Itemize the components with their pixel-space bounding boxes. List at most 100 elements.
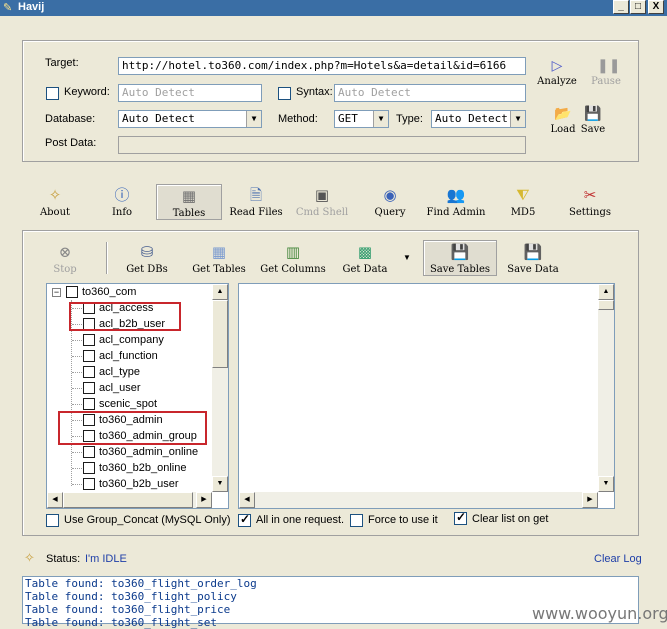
tab-find-admin-label: Find Admin xyxy=(426,207,486,218)
target-input[interactable]: http://hotel.to360.com/index.php?m=Hotel… xyxy=(118,57,526,75)
tree-item-label: acl_company xyxy=(99,334,164,346)
play-icon: ▷ xyxy=(551,58,563,74)
document-icon: 🗎 xyxy=(249,186,263,204)
minimize-button[interactable]: _ xyxy=(613,0,629,14)
scroll-thumb-horizontal[interactable] xyxy=(63,492,193,508)
scroll-left-icon[interactable]: ◀ xyxy=(239,492,255,508)
tree-item-checkbox[interactable] xyxy=(83,366,95,378)
scroll-left-icon[interactable]: ◀ xyxy=(47,492,63,508)
keyword-checkbox[interactable] xyxy=(46,87,59,100)
tree-root-label: to360_com xyxy=(82,286,137,298)
scroll-down-icon[interactable]: ▼ xyxy=(598,476,614,492)
scroll-down-icon[interactable]: ▼ xyxy=(212,476,228,492)
tree-horizontal-scrollbar[interactable]: ◀ ▶ xyxy=(47,492,212,508)
scroll-up-icon[interactable]: ▲ xyxy=(598,284,614,300)
chevron-down-icon[interactable]: ▼ xyxy=(246,111,261,127)
syntax-checkbox[interactable] xyxy=(278,87,291,100)
get-data-label: Get Data xyxy=(342,264,388,275)
get-data-dropdown-icon[interactable]: ▼ xyxy=(403,253,411,262)
clear-log-link[interactable]: Clear Log xyxy=(594,553,642,565)
tab-md5[interactable]: ⧨ MD5 xyxy=(510,186,536,218)
save-data-button[interactable]: 💾 Save Data xyxy=(502,243,564,275)
scroll-thumb[interactable] xyxy=(598,300,614,310)
query-icon: ◉ xyxy=(383,186,397,204)
stop-button[interactable]: ⊗ Stop xyxy=(48,243,82,275)
tree-item-label: to360_b2b_user xyxy=(99,478,179,490)
database-icon: ⛁ xyxy=(140,243,154,261)
get-dbs-button[interactable]: ⛁ Get DBs xyxy=(120,243,174,275)
database-select[interactable]: Auto Detect ▼ xyxy=(118,110,262,128)
tree-connector xyxy=(72,484,82,485)
analyze-button[interactable]: ▷ Analyze xyxy=(534,58,580,87)
tab-tables[interactable]: ▦ Tables xyxy=(156,184,222,220)
save-button[interactable]: 💾 Save xyxy=(576,106,610,135)
tree-root-checkbox[interactable] xyxy=(66,286,78,298)
tab-about[interactable]: ✧ About xyxy=(34,186,76,218)
all-in-one-label: All in one request. xyxy=(256,514,345,526)
tab-cmd-shell[interactable]: ▣ Cmd Shell xyxy=(292,186,352,218)
data-vertical-scrollbar[interactable]: ▲ ▼ xyxy=(598,284,614,492)
tab-read-files[interactable]: 🗎 Read Files xyxy=(224,186,288,218)
wand-icon: ✧ xyxy=(24,550,35,565)
tree-vertical-scrollbar[interactable]: ▲ ▼ xyxy=(212,284,228,492)
data-list[interactable]: ▲ ▼ ◀ ▶ xyxy=(238,283,615,509)
stop-label: Stop xyxy=(53,264,77,275)
title-bar: ✎ Havij _ □ X xyxy=(0,0,667,16)
tab-find-admin[interactable]: 👥 Find Admin xyxy=(424,186,488,218)
scroll-right-icon[interactable]: ▶ xyxy=(582,492,598,508)
tree-collapse-icon[interactable]: − xyxy=(52,288,61,297)
scroll-right-icon[interactable]: ▶ xyxy=(196,492,212,508)
save-tables-button[interactable]: 💾 Save Tables xyxy=(423,240,497,276)
tree-connector xyxy=(72,388,82,389)
clear-list-checkbox[interactable] xyxy=(454,510,467,525)
scroll-thumb[interactable] xyxy=(212,300,228,368)
tree-item-label: acl_type xyxy=(99,366,140,378)
all-in-one-checkbox[interactable] xyxy=(238,512,251,527)
tools-icon: ✂ xyxy=(583,186,597,204)
post-data-input[interactable] xyxy=(118,136,526,154)
tree-connector xyxy=(72,340,82,341)
database-value: Auto Detect xyxy=(122,112,195,125)
group-concat-checkbox[interactable] xyxy=(46,514,59,527)
load-button[interactable]: 📂 Load xyxy=(546,106,580,135)
close-button[interactable]: X xyxy=(648,0,664,14)
tree-item-checkbox[interactable] xyxy=(83,478,95,490)
keyword-input[interactable]: Auto Detect xyxy=(118,84,262,102)
folder-open-icon: 📂 xyxy=(554,106,572,122)
status-label: Status: xyxy=(46,553,81,565)
load-label: Load xyxy=(550,124,576,135)
tab-info[interactable]: ⓘ Info xyxy=(104,186,140,218)
status-value: I'm IDLE xyxy=(85,553,127,565)
tree-item-checkbox[interactable] xyxy=(83,462,95,474)
type-value: Auto Detect xyxy=(435,112,508,125)
method-label: Method: xyxy=(278,113,318,125)
get-columns-button[interactable]: ▥ Get Columns xyxy=(256,243,330,275)
tree-item-checkbox[interactable] xyxy=(83,350,95,362)
scroll-up-icon[interactable]: ▲ xyxy=(212,284,228,300)
syntax-input[interactable]: Auto Detect xyxy=(334,84,526,102)
tab-settings[interactable]: ✂ Settings xyxy=(564,186,616,218)
tab-query[interactable]: ◉ Query xyxy=(372,186,408,218)
pause-label: Pause xyxy=(591,76,621,87)
type-select[interactable]: Auto Detect ▼ xyxy=(431,110,526,128)
tree-item-checkbox[interactable] xyxy=(83,334,95,346)
log-line: Table found: to360_flight_order_log xyxy=(25,577,257,590)
terminal-icon: ▣ xyxy=(314,186,330,204)
havij-app-icon: ✎ xyxy=(3,2,13,14)
wand-icon: ✧ xyxy=(48,186,62,204)
save-tables-label: Save Tables xyxy=(429,264,491,275)
tree-item-checkbox[interactable] xyxy=(83,382,95,394)
chevron-down-icon[interactable]: ▼ xyxy=(510,111,525,127)
get-tables-button[interactable]: ▦ Get Tables xyxy=(186,243,252,275)
tree-item-checkbox[interactable] xyxy=(83,398,95,410)
tree-item-checkbox[interactable] xyxy=(83,446,95,458)
data-horizontal-scrollbar[interactable]: ◀ ▶ xyxy=(239,492,598,508)
method-select[interactable]: GET ▼ xyxy=(334,110,389,128)
tree-connector xyxy=(72,372,82,373)
pause-icon: ❚❚ xyxy=(597,58,621,74)
chevron-down-icon[interactable]: ▼ xyxy=(373,111,388,127)
pause-button[interactable]: ❚❚ Pause xyxy=(586,58,626,87)
get-data-button[interactable]: ▩ Get Data xyxy=(336,243,394,275)
maximize-button[interactable]: □ xyxy=(630,0,646,14)
force-checkbox[interactable] xyxy=(350,514,363,527)
